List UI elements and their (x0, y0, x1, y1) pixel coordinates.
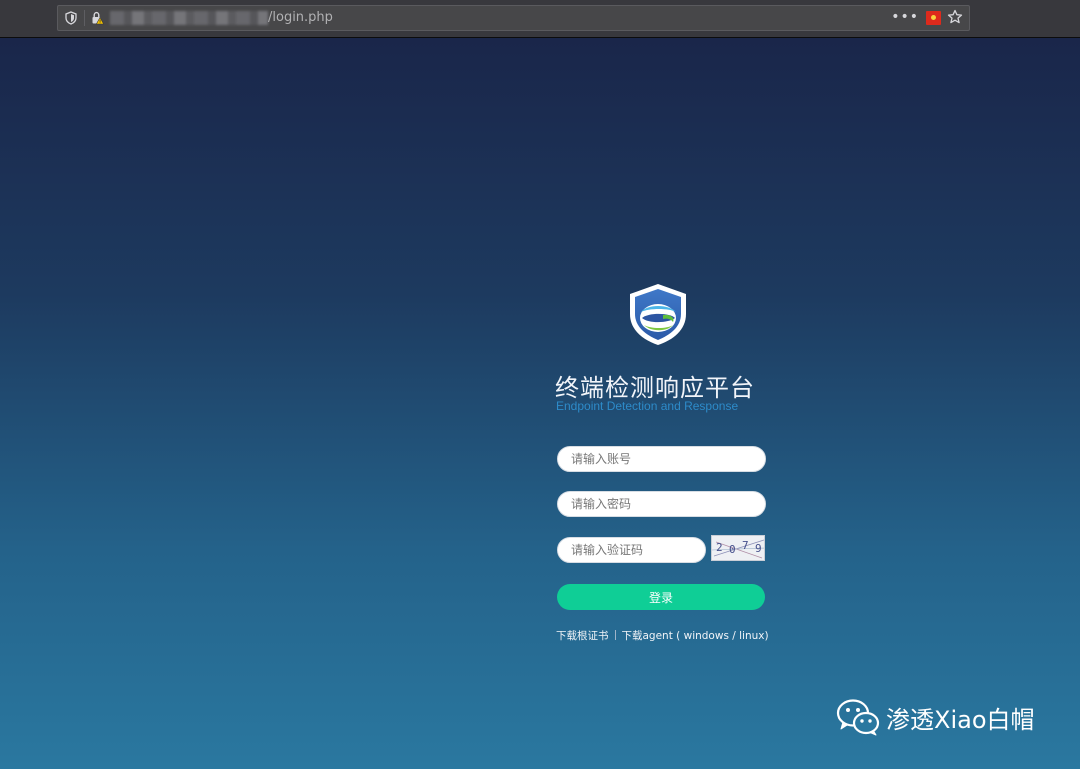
login-page: 终端检测响应平台 Endpoint Detection and Response… (0, 38, 1080, 769)
captcha-char: 2 (716, 541, 723, 554)
watermark-text: 渗透Xiao白帽 (886, 705, 1035, 734)
link-divider (614, 630, 616, 640)
login-button[interactable]: 登录 (557, 584, 765, 610)
platform-subtitle: Endpoint Detection and Response (556, 399, 739, 413)
url-path-text[interactable]: /login.php (268, 10, 333, 25)
china-flag-icon[interactable] (926, 11, 941, 25)
download-agent-link[interactable]: 下载agent ( windows / linux) (622, 630, 769, 642)
password-input[interactable] (557, 491, 766, 517)
download-links: 下载根证书 下载agent ( windows / linux) (556, 628, 786, 643)
address-bar[interactable]: /login.php ••• (57, 5, 970, 31)
browser-toolbar: /login.php ••• (0, 0, 1080, 38)
platform-title: 终端检测响应平台 (555, 374, 755, 402)
username-input[interactable] (557, 446, 766, 472)
captcha-input[interactable] (557, 537, 706, 563)
edr-shield-logo-icon (630, 284, 686, 345)
redacted-host (110, 11, 268, 25)
wechat-icon (836, 699, 880, 736)
tracking-shield-icon[interactable] (64, 11, 78, 25)
wechat-watermark: 渗透Xiao白帽 (836, 698, 1035, 736)
captcha-char: 7 (742, 539, 749, 552)
download-cert-link[interactable]: 下载根证书 (556, 630, 609, 642)
star-icon[interactable] (947, 9, 963, 25)
captcha-image[interactable]: 2 0 7 9 (711, 535, 765, 561)
captcha-char: 9 (755, 542, 762, 555)
insecure-lock-icon[interactable] (90, 11, 104, 25)
address-bar-separator (84, 10, 85, 26)
ellipsis-icon[interactable]: ••• (891, 9, 919, 25)
captcha-char: 0 (729, 543, 736, 556)
